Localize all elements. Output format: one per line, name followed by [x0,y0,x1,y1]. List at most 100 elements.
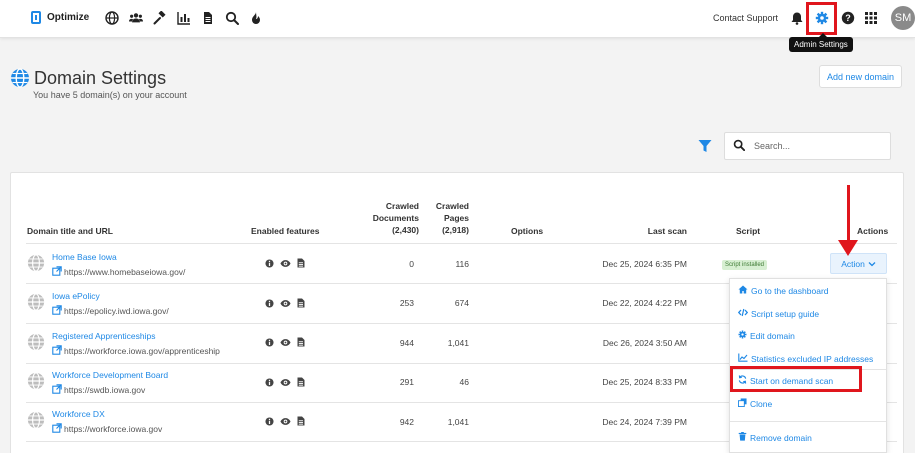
last-scan: Dec 26, 2024 3:50 AM [602,338,687,348]
domain-url: https://workforce.iowa.gov/apprenticeshi… [64,346,220,356]
action-dropdown-button[interactable]: Action [830,253,887,274]
external-link-icon [52,266,62,278]
svg-text:?: ? [845,13,851,23]
enabled-features [265,416,305,428]
admin-settings-button[interactable] [806,2,837,35]
domain-url-link[interactable]: https://epolicy.iwd.iowa.gov/ [52,305,169,317]
menu-item-statistics-excluded-ips[interactable]: Statistics excluded IP addresses [738,353,873,364]
domain-url: https://www.homebaseiowa.gov/ [64,267,186,277]
help-icon[interactable]: ? [841,11,855,27]
column-header-last-scan: Last scan [647,226,687,236]
header-line: (2,918) [442,225,469,235]
header-line: Crawled [435,201,469,211]
main-nav [104,10,264,26]
bell-icon[interactable] [790,11,804,27]
domain-url-link[interactable]: https://swdb.iowa.gov [52,384,145,396]
eye-icon [280,417,291,428]
annotation-arrow-line [847,185,850,243]
menu-item-edit-domain[interactable]: Edit domain [738,330,795,341]
crawled-documents: 942 [399,417,414,427]
gavel-icon[interactable] [152,10,168,26]
user-avatar[interactable]: SM [891,6,915,30]
contact-support-link[interactable]: Contact Support [713,13,778,23]
info-icon [265,377,274,389]
column-header-features: Enabled features [251,226,320,236]
menu-item-label: Statistics excluded IP addresses [751,353,874,364]
menu-item-go-to-dashboard[interactable]: Go to the dashboard [738,285,829,296]
globe-icon [27,411,45,431]
page-title: Domain Settings [34,68,167,88]
enabled-features [265,337,305,349]
crawled-pages: 674 [454,298,469,308]
search-box [724,132,891,160]
crawled-pages: 46 [459,377,469,387]
crawled-pages: 1,041 [447,417,469,427]
script-installed-badge: Script installed [722,260,768,270]
crawled-documents: 0 [409,259,414,269]
info-icon [265,258,274,270]
globe-icon [10,68,30,90]
menu-item-label: Edit domain [750,330,795,341]
domain-url-link[interactable]: https://workforce.iowa.gov [52,423,162,435]
domain-url-link[interactable]: https://www.homebaseiowa.gov/ [52,266,185,278]
menu-item-label: Script setup guide [751,308,820,319]
last-scan: Dec 24, 2024 7:39 PM [602,417,687,427]
column-header-crawled-documents: Crawled Documents (2,430) [361,200,419,236]
info-icon [265,416,274,428]
menu-item-remove-domain[interactable]: Remove domain [738,432,812,443]
add-new-domain-button[interactable]: Add new domain [819,65,902,88]
header-line: Crawled [385,201,419,211]
external-link-icon [52,423,62,435]
domain-title-link[interactable]: Home Base Iowa [52,252,117,262]
document-icon[interactable] [200,10,216,26]
document-icon [297,258,305,270]
globe-icon [27,372,45,392]
annotation-highlight-box [730,366,862,392]
external-link-icon [52,384,62,396]
code-icon [737,308,749,319]
header-divider [26,243,897,244]
crawled-documents: 253 [399,298,414,308]
chart-icon[interactable] [176,10,192,26]
apps-grid-icon[interactable] [864,11,878,27]
crawled-documents: 291 [399,377,414,387]
globe-icon [27,293,45,313]
enabled-features [265,298,305,310]
app-logo[interactable]: Optimize [31,11,89,24]
clone-icon [738,398,747,409]
domain-title-link[interactable]: Workforce Development Board [52,370,168,380]
menu-item-script-setup-guide[interactable]: Script setup guide [737,308,820,319]
search-icon [733,139,746,153]
domain-title-link[interactable]: Workforce DX [52,409,105,419]
document-icon [297,416,305,428]
menu-item-label: Go to the dashboard [751,285,829,296]
last-scan: Dec 25, 2024 8:33 PM [602,377,687,387]
column-header-crawled-pages: Crawled Pages (2,918) [431,200,469,236]
globe-icon [27,254,45,274]
external-link-icon [52,345,62,357]
domain-title-link[interactable]: Registered Apprenticeships [52,331,155,341]
search-icon[interactable] [224,10,240,26]
users-icon[interactable] [128,10,144,26]
page-subtitle: You have 5 domain(s) on your account [33,90,187,100]
menu-item-label: Clone [750,398,773,409]
filter-icon[interactable] [698,139,712,155]
top-navbar: Optimize Contact Support ? SM [0,0,915,38]
menu-item-clone[interactable]: Clone [738,398,772,409]
globe-icon[interactable] [104,10,120,26]
document-icon [297,298,305,310]
last-scan: Dec 22, 2024 4:22 PM [602,298,687,308]
column-header-actions: Actions [857,226,889,236]
app-name: Optimize [47,12,90,23]
domain-url: https://swdb.iowa.gov [64,385,146,395]
fire-icon[interactable] [248,10,264,26]
eye-icon [280,299,291,310]
chevron-down-icon [868,259,876,269]
domain-url-link[interactable]: https://workforce.iowa.gov/apprenticeshi… [52,345,220,357]
domain-url: https://workforce.iowa.gov [64,424,163,434]
domain-title-link[interactable]: Iowa ePolicy [52,291,100,301]
annotation-arrow-head [838,240,858,256]
document-icon [297,337,305,349]
search-input[interactable] [754,141,874,151]
enabled-features [265,377,305,389]
